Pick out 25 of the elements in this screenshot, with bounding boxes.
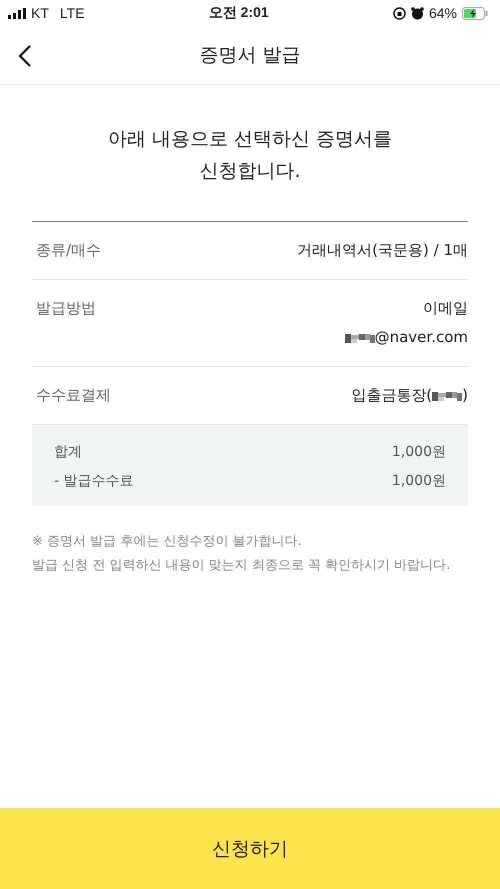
row-value: ) xyxy=(462,385,468,406)
network-type: LTE xyxy=(60,5,85,21)
fee-amount: 1,000원 xyxy=(392,443,446,461)
row-value: @naver.com xyxy=(374,327,468,348)
clock: 오전 2:01 xyxy=(208,4,269,22)
row-value: 거래내역서(국문용) / 1매 xyxy=(297,240,468,261)
fee-label: - 발급수수료 xyxy=(54,472,134,490)
battery-percent: 64% xyxy=(428,5,457,21)
row-label: 발급방법 xyxy=(36,298,96,319)
page-title: 증명서 발급 xyxy=(199,43,301,68)
row-value: 이메일 xyxy=(423,298,468,319)
fee-label: 합계 xyxy=(54,443,82,461)
heading-line: 아래 내용으로 선택하신 증명서를 xyxy=(108,127,392,152)
alarm-icon xyxy=(410,6,424,20)
rotation-lock-icon xyxy=(392,6,406,20)
row-value: 입출금통장( xyxy=(351,385,432,406)
signal-icon xyxy=(8,8,26,18)
notice-text: 발급 신청 전 입력하신 내용이 맞는지 최종으로 꼭 확인하시기 바랍니다. xyxy=(32,557,452,575)
carrier: KT xyxy=(31,5,49,21)
heading-line: 신청합니다. xyxy=(199,159,301,184)
row-label: 수수료결제 xyxy=(36,385,111,406)
fee-amount: 1,000원 xyxy=(392,472,446,490)
apply-button[interactable]: 신청하기 xyxy=(0,808,500,889)
row-label: 종류/매수 xyxy=(36,240,102,261)
notice-text: ※ 증명서 발급 후에는 신청수정이 불가합니다. xyxy=(32,533,303,551)
